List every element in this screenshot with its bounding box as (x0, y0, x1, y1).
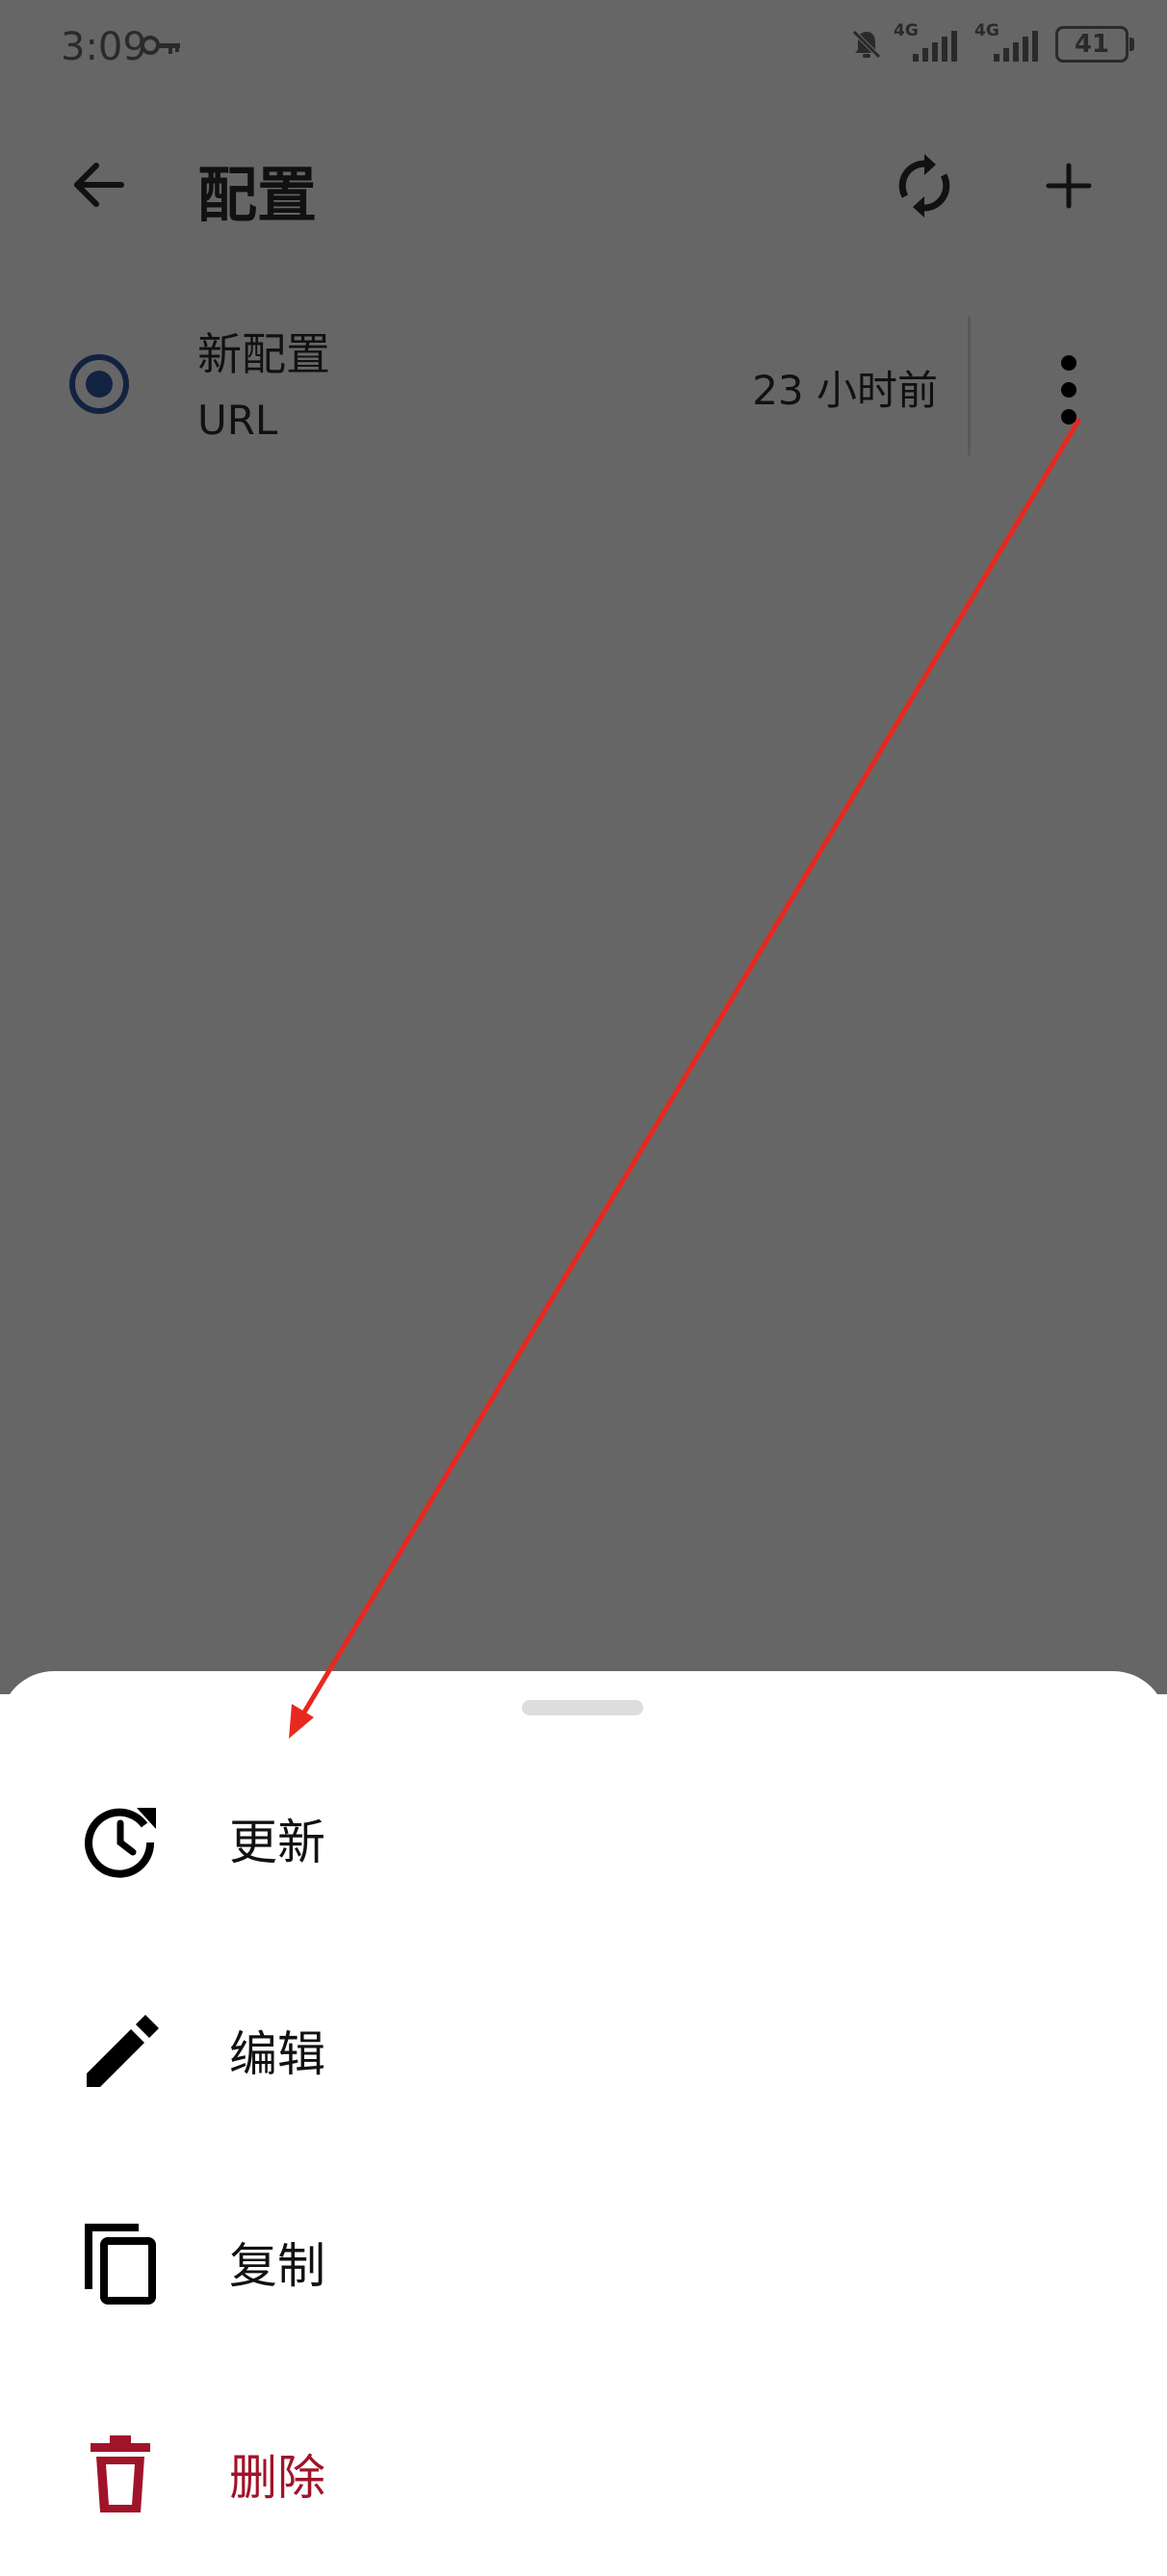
profile-updated-time: 23 小时前 (752, 367, 938, 414)
menu-label-update: 更新 (229, 1815, 325, 1870)
app-background: 3:09 4G 4G 41 配置 新配置 URL 23 小时前 (0, 0, 1167, 1694)
profile-selected-radio[interactable] (69, 354, 129, 414)
menu-item-edit[interactable]: 编辑 (0, 1941, 1167, 2152)
bottom-sheet: 更新 编辑 复制 删除 (0, 1671, 1167, 2518)
network-indicator-1: 4G (894, 21, 965, 64)
menu-item-copy[interactable]: 复制 (0, 2152, 1167, 2364)
row-divider (968, 316, 971, 455)
menu-item-delete[interactable]: 删除 (0, 2364, 1167, 2576)
status-icons: 4G 4G 41 (849, 21, 1134, 64)
pencil-icon (87, 2015, 159, 2087)
copy-icon (85, 2224, 156, 2305)
status-bar: 3:09 4G 4G 41 (0, 0, 1167, 96)
menu-label-delete: 删除 (229, 2450, 325, 2506)
sync-icon[interactable] (891, 152, 958, 219)
network-indicator-2: 4G (974, 21, 1046, 64)
back-arrow-icon[interactable] (67, 154, 129, 216)
menu-item-update[interactable]: 更新 (0, 1729, 1167, 1941)
trash-icon (91, 2435, 150, 2512)
top-app-bar: 配置 (0, 125, 1167, 245)
profile-name: 新配置 (197, 328, 330, 380)
page-title: 配置 (197, 160, 318, 230)
sheet-drag-handle[interactable] (522, 1700, 643, 1715)
update-clock-icon (85, 1808, 156, 1878)
more-vert-icon[interactable] (1045, 351, 1093, 428)
vpn-key-icon (141, 36, 180, 55)
profile-row[interactable]: 新配置 URL 23 小时前 (0, 308, 1167, 462)
signal-bars-icon (913, 31, 957, 62)
battery-indicator: 41 (1055, 26, 1134, 63)
profile-type: URL (197, 397, 278, 444)
signal-bars-icon (994, 31, 1038, 62)
menu-label-edit: 编辑 (229, 2026, 325, 2082)
muted-bell-icon (852, 30, 881, 59)
menu-label-copy: 复制 (229, 2238, 325, 2294)
add-icon[interactable] (1035, 152, 1102, 219)
status-time: 3:09 (61, 25, 147, 69)
